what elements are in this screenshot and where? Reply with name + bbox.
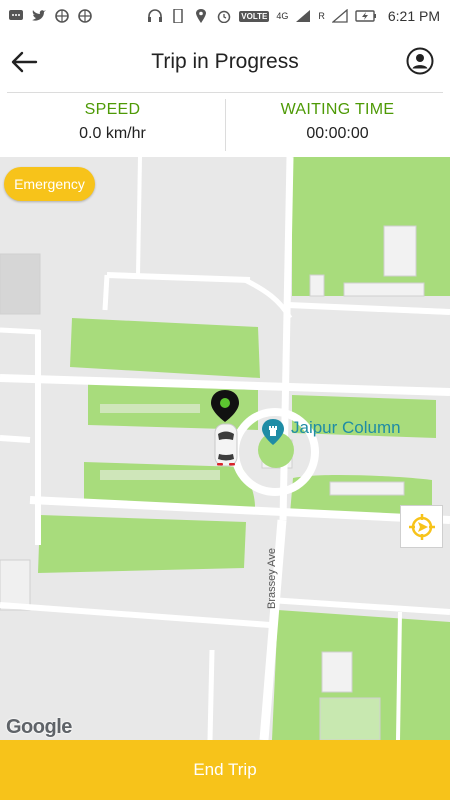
trip-stats: SPEED 0.0 km/hr WAITING TIME 00:00:00 [0,93,450,157]
crosshair-location-icon [408,513,435,540]
speed-value: 0.0 km/hr [79,125,146,142]
battery-charging-icon [355,10,376,22]
end-trip-button[interactable]: End Trip [0,740,450,800]
messages-icon [9,10,23,20]
page-title: Trip in Progress [151,50,299,73]
waiting-time-stat: WAITING TIME 00:00:00 [225,101,450,143]
roaming-indicator: R [318,11,325,21]
network-type: 4G [276,11,289,21]
speed-stat: SPEED 0.0 km/hr [0,101,225,143]
waiting-time-value: 00:00:00 [306,125,369,142]
headset-icon [148,9,163,22]
status-time: 6:21 PM [387,8,440,24]
phone-icon [173,9,184,23]
map-view[interactable]: Jaipur Column Brassey Ave Google [0,157,450,740]
recenter-button[interactable] [400,505,443,548]
car-icon [214,423,238,467]
status-bar: VOLTE 4G R 6:21 PM [0,0,450,32]
sync-icon [78,9,92,23]
alarm-icon [218,10,231,23]
app-header: Trip in Progress [0,32,450,92]
location-pin-icon [211,390,239,422]
speed-label: SPEED [84,101,141,118]
twitter-icon [32,10,46,21]
street-label: Brassey Ave [266,548,278,609]
poi-label: Jaipur Column [291,418,401,437]
location-icon [196,9,207,23]
profile-icon[interactable] [406,47,434,75]
emergency-button[interactable]: Emergency [4,167,95,201]
poi-marker-icon[interactable] [259,418,287,446]
waiting-time-label: WAITING TIME [280,101,395,118]
signal-icon [296,10,311,22]
volte-badge: VOLTE [239,10,270,22]
sync-icon [55,9,69,23]
google-attribution: Google [6,716,72,738]
signal-icon [331,9,348,23]
